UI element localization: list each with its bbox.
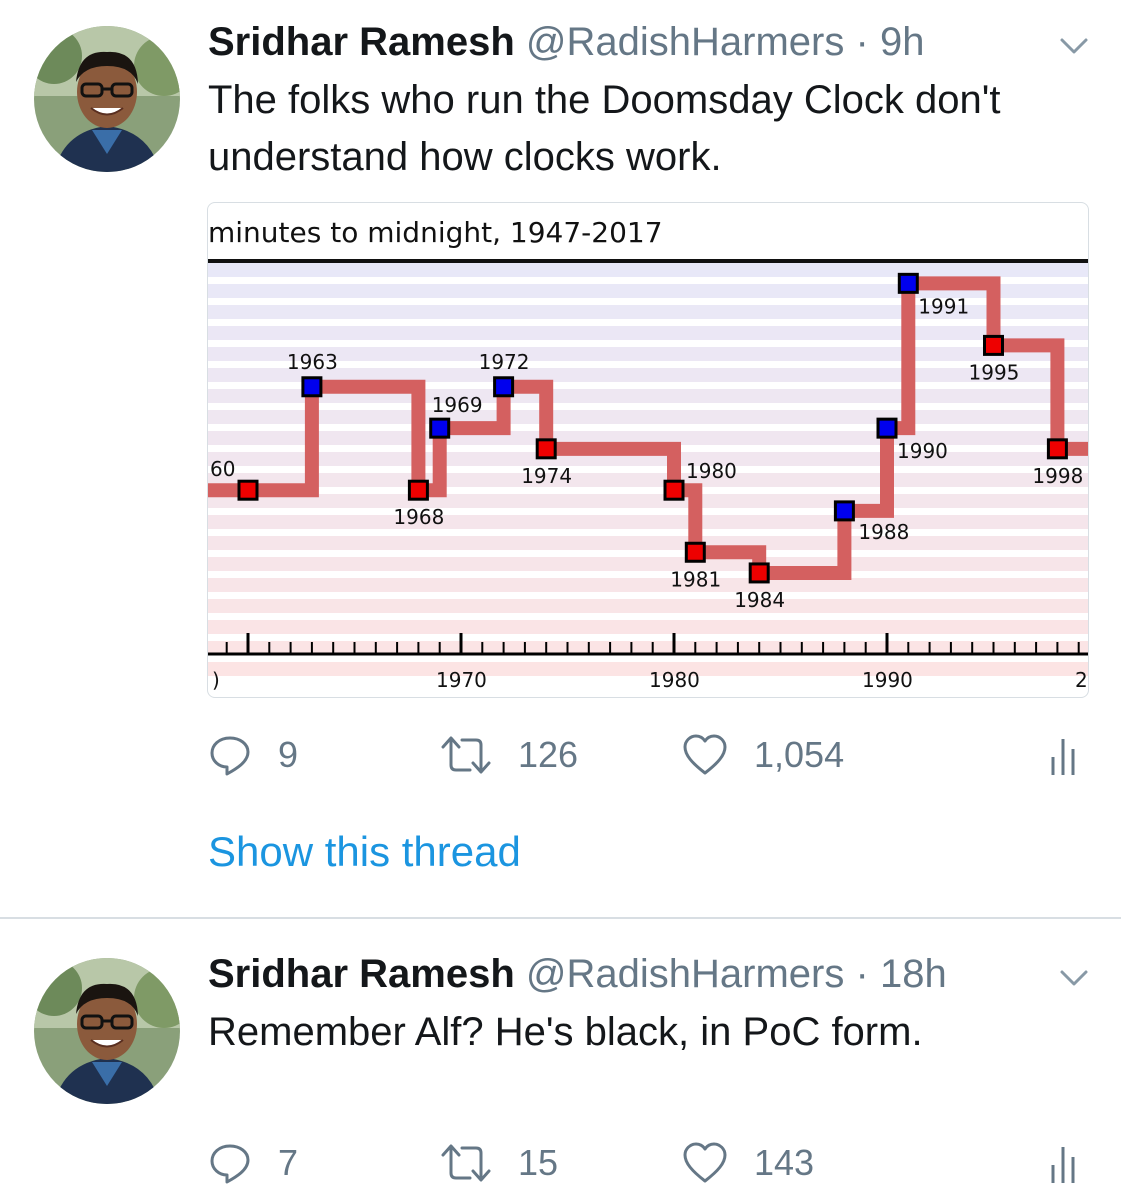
- analytics-icon: [1051, 1147, 1075, 1183]
- data-marker: [237, 479, 259, 501]
- tweet-header: Sridhar Ramesh @RadishHarmers · 9h: [208, 20, 924, 65]
- data-marker: [663, 479, 685, 501]
- data-marker: [876, 417, 898, 439]
- x-tick-label: ): [212, 668, 220, 692]
- like-button[interactable]: 143: [682, 1138, 814, 1188]
- avatar[interactable]: [34, 26, 180, 172]
- data-marker: [1046, 438, 1068, 460]
- data-marker: [684, 541, 706, 563]
- tweet-header: Sridhar Ramesh @RadishHarmers · 18h: [208, 952, 947, 997]
- reply-icon: [210, 736, 250, 776]
- data-label: 1963: [287, 350, 338, 374]
- heart-icon: [683, 1142, 727, 1183]
- doomsday-clock-chart: minutes to midnight, 1947-2017 60 1963 196…: [208, 216, 1088, 692]
- retweet-count: 15: [518, 1142, 559, 1183]
- analytics-icon: [1051, 739, 1075, 775]
- data-label: 1991: [918, 294, 969, 318]
- grid-band: [208, 494, 1088, 508]
- grid-band: [208, 263, 1088, 277]
- x-tick-label: 2000: [1075, 668, 1088, 692]
- data-label: 60: [210, 457, 235, 481]
- tweet-actions: 7 15 143: [208, 1138, 1088, 1188]
- retweet-count: 126: [518, 734, 579, 775]
- grid-band: [208, 347, 1088, 361]
- retweet-button[interactable]: 15: [440, 1138, 558, 1188]
- chart-title: minutes to midnight, 1947-2017: [208, 216, 663, 249]
- like-count: 1,054: [754, 734, 845, 775]
- reply-button[interactable]: 9: [208, 730, 298, 780]
- grid-band: [208, 578, 1088, 592]
- grid-band: [208, 599, 1088, 613]
- grid-band: [208, 515, 1088, 529]
- tweet-actions: 9 126 1,054: [208, 730, 1088, 780]
- tweet-divider: [0, 917, 1121, 919]
- grid-band: [208, 326, 1088, 340]
- separator: ·: [855, 20, 869, 64]
- grid-band: [208, 410, 1088, 424]
- data-label: 1990: [897, 439, 948, 463]
- tweet-text: Remember Alf? He's black, in PoC form.: [208, 1010, 923, 1054]
- background-bands: [208, 263, 1088, 676]
- data-marker: [301, 376, 323, 398]
- data-marker: [748, 562, 770, 584]
- data-label: 1998: [1032, 464, 1083, 488]
- tweet-text: The folks who run the Doomsday Clock don…: [208, 78, 1001, 179]
- show-thread-link[interactable]: Show this thread: [208, 828, 521, 876]
- tweet-1[interactable]: Sridhar Ramesh @RadishHarmers · 9h The f…: [0, 0, 1121, 918]
- data-label: 1980: [686, 459, 737, 483]
- data-marker: [833, 500, 855, 522]
- data-marker: [429, 417, 451, 439]
- like-count: 143: [754, 1142, 815, 1183]
- avatar[interactable]: [34, 958, 180, 1104]
- timestamp[interactable]: 9h: [880, 20, 925, 64]
- retweet-button[interactable]: 126: [440, 730, 578, 780]
- retweet-icon: [441, 736, 491, 774]
- analytics-button[interactable]: [1048, 730, 1080, 780]
- data-marker: [493, 376, 515, 398]
- author-handle[interactable]: @RadishHarmers: [526, 952, 844, 996]
- data-label: 1995: [969, 360, 1020, 384]
- x-tick-label: 1970: [436, 668, 487, 692]
- grid-band: [208, 473, 1088, 487]
- data-label: 1969: [432, 393, 483, 417]
- data-label: 1988: [858, 520, 909, 544]
- data-marker: [407, 479, 429, 501]
- chevron-down-icon[interactable]: [1058, 30, 1090, 62]
- author-name[interactable]: Sridhar Ramesh: [208, 20, 515, 64]
- grid-band: [208, 536, 1088, 550]
- x-tick-label: 1990: [862, 668, 913, 692]
- data-label: 1984: [734, 588, 785, 612]
- data-marker: [897, 272, 919, 294]
- author-name[interactable]: Sridhar Ramesh: [208, 952, 515, 996]
- reply-count: 9: [278, 734, 299, 775]
- author-handle[interactable]: @RadishHarmers: [526, 20, 844, 64]
- data-label: 1972: [479, 350, 530, 374]
- data-label: 1974: [521, 464, 572, 488]
- heart-icon: [683, 734, 727, 775]
- reply-button[interactable]: 7: [208, 1138, 298, 1188]
- grid-band: [208, 662, 1088, 676]
- chevron-down-icon[interactable]: [1058, 962, 1090, 994]
- grid-band: [208, 557, 1088, 571]
- x-tick-label: 1980: [649, 668, 700, 692]
- separator: ·: [855, 952, 869, 996]
- analytics-button[interactable]: [1048, 1138, 1080, 1188]
- data-marker: [983, 334, 1004, 356]
- like-button[interactable]: 1,054: [682, 730, 844, 780]
- data-label: 1981: [670, 567, 721, 591]
- timestamp[interactable]: 18h: [880, 952, 947, 996]
- retweet-icon: [441, 1144, 491, 1182]
- tweet-2[interactable]: Sridhar Ramesh @RadishHarmers · 18h Reme…: [0, 920, 1121, 1200]
- chart-image[interactable]: minutes to midnight, 1947-2017 60 1963 196…: [207, 202, 1089, 698]
- reply-count: 7: [278, 1142, 299, 1183]
- data-label: 1968: [393, 505, 444, 529]
- grid-band: [208, 620, 1088, 634]
- data-marker: [535, 438, 557, 460]
- reply-icon: [210, 1144, 250, 1184]
